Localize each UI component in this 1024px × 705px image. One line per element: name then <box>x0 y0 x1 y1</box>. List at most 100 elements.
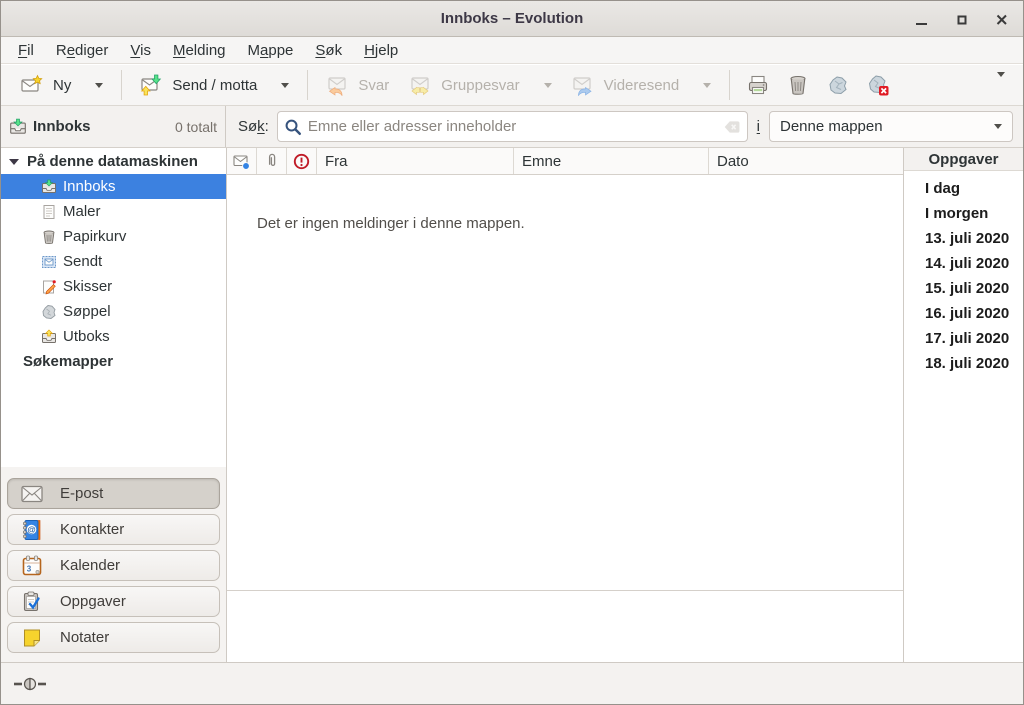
column-priority[interactable] <box>287 148 317 174</box>
menu-rediger[interactable]: Rediger <box>45 39 120 62</box>
empty-folder-message: Det er ingen meldinger i denne mappen. <box>227 175 905 232</box>
reply-button[interactable]: Svar <box>316 69 399 101</box>
column-emne[interactable]: Emne <box>514 148 709 174</box>
menu-hjelp[interactable]: Hjelp <box>353 39 409 62</box>
todo-item[interactable]: 17. juli 2020 <box>904 326 1023 351</box>
drafts-icon <box>41 279 57 295</box>
current-folder-name: Innboks <box>33 118 91 135</box>
forward-icon <box>572 74 594 96</box>
trash-icon <box>787 74 809 96</box>
todo-item[interactable]: 14. juli 2020 <box>904 251 1023 276</box>
switcher-tasks-button[interactable]: Oppgaver <box>7 586 220 617</box>
group-reply-icon <box>409 74 431 96</box>
chevron-down-icon[interactable] <box>95 83 103 88</box>
todo-item[interactable]: I dag <box>904 176 1023 201</box>
column-read-status[interactable] <box>227 148 257 174</box>
notes-icon <box>21 627 43 649</box>
delete-button[interactable] <box>781 69 815 101</box>
forward-button[interactable]: Videresend <box>562 69 722 101</box>
new-message-label: Ny <box>53 77 71 94</box>
content-area: På denne datamaskinen Innboks <box>1 148 1023 664</box>
print-button[interactable] <box>741 69 775 101</box>
message-list: Fra Emne Dato Det er ingen meldinger i d… <box>227 148 905 664</box>
folder-skisser[interactable]: Skisser <box>1 274 226 299</box>
todo-bar-header[interactable]: Oppgaver <box>904 148 1023 171</box>
todo-item[interactable]: 18. juli 2020 <box>904 351 1023 376</box>
junk-button[interactable] <box>821 69 855 101</box>
menu-vis[interactable]: Vis <box>119 39 162 62</box>
toolbar-overflow-button[interactable] <box>989 71 1013 100</box>
minimize-button[interactable] <box>909 6 935 32</box>
close-button[interactable] <box>989 6 1015 32</box>
priority-icon <box>293 153 310 170</box>
switcher-contacts-button[interactable]: @ Kontakter <box>7 514 220 545</box>
column-attachment[interactable] <box>257 148 287 174</box>
group-reply-label: Gruppesvar <box>441 77 519 94</box>
folder-sendt[interactable]: Sendt <box>1 249 226 274</box>
clear-icon[interactable] <box>723 118 741 136</box>
titlebar[interactable]: Innboks – Evolution <box>1 1 1023 37</box>
window-title: Innboks – Evolution <box>441 10 584 27</box>
search-scope-in-label: i <box>757 118 760 135</box>
column-fra[interactable]: Fra <box>317 148 514 174</box>
folder-innboks[interactable]: Innboks <box>1 174 226 199</box>
maximize-button[interactable] <box>949 6 975 32</box>
not-junk-button[interactable] <box>861 69 895 101</box>
column-dato[interactable]: Dato <box>709 148 905 174</box>
chevron-down-icon[interactable] <box>281 83 289 88</box>
chevron-down-icon[interactable] <box>703 83 711 88</box>
folder-papirkurv[interactable]: Papirkurv <box>1 224 226 249</box>
todo-list: I dag I morgen 13. juli 2020 14. juli 20… <box>904 171 1023 376</box>
inbox-icon <box>41 179 57 195</box>
folder-soppel[interactable]: Søppel <box>1 299 226 324</box>
folder-sidebar: På denne datamaskinen Innboks <box>1 148 227 664</box>
search-label: Søk: <box>238 118 269 135</box>
search-scope-dropdown[interactable]: Denne mappen <box>769 111 1013 142</box>
read-status-icon <box>233 153 250 170</box>
menu-sok[interactable]: Søk <box>304 39 353 62</box>
tree-root-on-this-computer[interactable]: På denne datamaskinen <box>1 149 226 174</box>
switcher-calendar-button[interactable]: 3 Kalender <box>7 550 220 581</box>
search-input[interactable] <box>308 118 717 135</box>
svg-text:3: 3 <box>27 564 32 573</box>
status-bar <box>1 662 1023 704</box>
folder-tree: På denne datamaskinen Innboks <box>1 148 226 374</box>
folder-utboks[interactable]: Utboks <box>1 324 226 349</box>
toolbar-separator <box>121 70 122 100</box>
switcher-mail-button[interactable]: E-post <box>7 478 220 509</box>
reply-icon <box>326 74 348 96</box>
preview-pane <box>227 591 905 664</box>
switcher-notes-button[interactable]: Notater <box>7 622 220 653</box>
sent-icon <box>41 254 57 270</box>
window-controls <box>909 1 1015 37</box>
forward-label: Videresend <box>604 77 680 94</box>
plug-icon[interactable] <box>14 676 46 692</box>
menu-fil[interactable]: Fil <box>7 39 45 62</box>
mail-icon <box>21 485 43 503</box>
search-field[interactable] <box>277 111 748 142</box>
group-reply-button[interactable]: Gruppesvar <box>399 69 561 101</box>
chevron-down-icon[interactable] <box>544 83 552 88</box>
todo-item[interactable]: I morgen <box>904 201 1023 226</box>
menu-mappe[interactable]: Mappe <box>237 39 305 62</box>
send-receive-button[interactable]: Send / motta <box>130 69 299 101</box>
todo-item[interactable]: 15. juli 2020 <box>904 276 1023 301</box>
tree-group-sokemapper[interactable]: Søkemapper <box>1 349 226 374</box>
menubar: Fil Rediger Vis Melding Mappe Søk Hjelp <box>1 37 1023 64</box>
new-message-button[interactable]: Ny <box>11 69 113 101</box>
calendar-icon: 3 <box>21 555 43 577</box>
todo-bar: Oppgaver I dag I morgen 13. juli 2020 14… <box>903 148 1023 664</box>
send-receive-icon <box>140 74 162 96</box>
outbox-icon <box>41 329 57 345</box>
expander-icon[interactable] <box>9 159 19 165</box>
todo-item[interactable]: 16. juli 2020 <box>904 301 1023 326</box>
todo-item[interactable]: 13. juli 2020 <box>904 226 1023 251</box>
menu-melding[interactable]: Melding <box>162 39 237 62</box>
inbox-icon <box>9 118 27 136</box>
folder-maler[interactable]: Maler <box>1 199 226 224</box>
print-icon <box>747 74 769 96</box>
trash-folder-icon <box>41 229 57 245</box>
folder-header: Innboks 0 totalt <box>1 106 226 147</box>
chevron-down-icon <box>994 124 1002 129</box>
view-switcher: E-post @ Kontakter <box>1 467 226 664</box>
